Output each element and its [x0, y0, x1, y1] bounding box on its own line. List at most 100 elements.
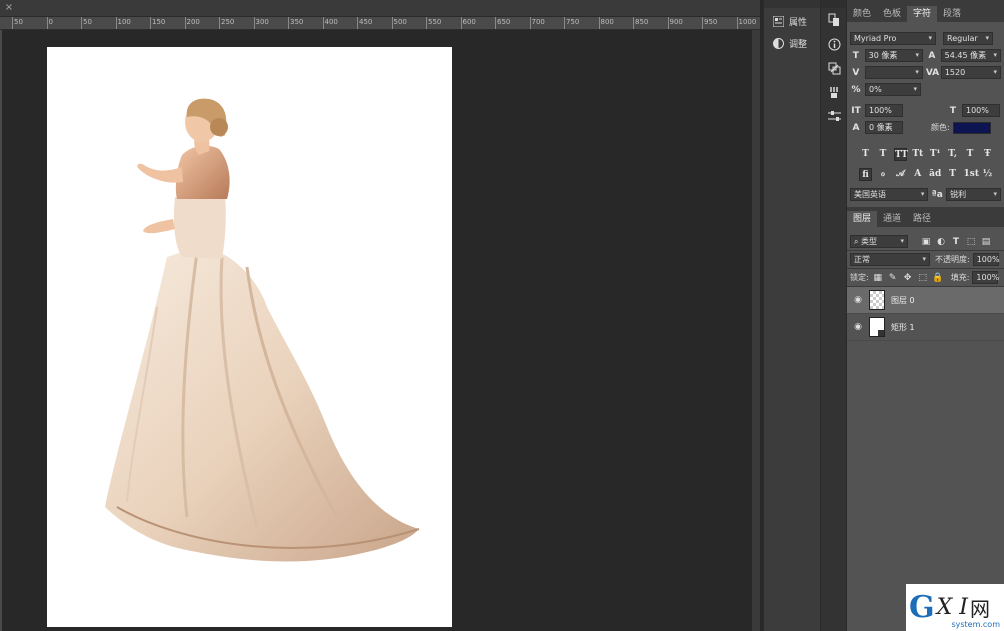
opacity-field[interactable]: 100% [972, 253, 1000, 266]
filter-adjustment-icon[interactable]: ◐ [935, 237, 947, 247]
lock-row: 锁定: ▦ ✎ ✥ ⬚ 🔒 填充: 100% [847, 269, 1004, 286]
tab-channels[interactable]: 通道 [877, 211, 907, 227]
layer-row[interactable]: ◉ 图层 0 [847, 287, 1004, 314]
antialias-icon: ªa [931, 189, 943, 200]
close-document-icon[interactable]: × [2, 1, 16, 15]
tsume-field[interactable]: 0% ▾ [865, 83, 921, 96]
horizontal-scale-field[interactable]: 100% [962, 104, 1000, 117]
ruler-tick [81, 17, 82, 29]
opentype-buttons: fi ℴ 𝒜 Aād T 1st ½ [847, 164, 1004, 184]
layer-name: 矩形 1 [891, 322, 915, 332]
clone-source-icon[interactable] [821, 56, 847, 80]
vertical-scale-field[interactable]: 100% [865, 104, 903, 117]
tab-paths[interactable]: 路径 [907, 211, 937, 227]
type-style-button-6[interactable]: T [964, 148, 977, 161]
type-style-button-5[interactable]: T, [946, 148, 959, 161]
right-panels: 颜色 色板 字符 段落 Myriad Pro ▾ Regular ▾ T 30 像素… [846, 0, 1004, 631]
opentype-button-4[interactable]: ād [929, 168, 942, 181]
opentype-button-3[interactable]: A [911, 168, 924, 181]
ruler-tick [598, 17, 600, 29]
fill-field[interactable]: 100% [972, 271, 999, 284]
font-style-select[interactable]: Regular ▾ [943, 32, 993, 45]
canvas-vertical-scrollbar[interactable] [752, 30, 760, 631]
ruler-tick [219, 17, 220, 29]
bride-illustration [105, 98, 420, 562]
kerning-icon: V [852, 67, 860, 78]
ruler-label: 750 [566, 18, 580, 26]
eye-icon[interactable]: ◉ [853, 295, 863, 305]
ruler-tick [288, 17, 289, 29]
layer-filter-select[interactable]: ⌕ 类型 ▾ [850, 235, 908, 248]
text-color-swatch[interactable] [952, 121, 991, 134]
watermark-net: 网 [969, 597, 990, 621]
tab-swatches[interactable]: 色板 [877, 6, 907, 22]
dock-header[interactable] [764, 0, 820, 8]
canvas-workspace[interactable] [2, 30, 752, 631]
history-icon[interactable] [821, 8, 847, 32]
opentype-button-6[interactable]: 1st [964, 168, 980, 181]
color-label: 颜色: [931, 123, 950, 132]
ruler-label: 450 [359, 18, 373, 26]
font-size-field[interactable]: 30 像素 ▾ [864, 49, 924, 62]
document-canvas[interactable] [47, 47, 452, 627]
antialias-select[interactable]: 锐利 ▾ [946, 188, 1001, 201]
size-row: T 30 像素 ▾ A 54.45 像素 ▾ [847, 47, 1004, 64]
lock-all-icon[interactable]: 🔒 [932, 273, 944, 283]
eye-icon[interactable]: ◉ [853, 322, 863, 332]
opentype-button-5[interactable]: T [946, 168, 959, 181]
filter-smart-icon[interactable]: ▤ [980, 237, 992, 247]
font-size-icon: T [852, 50, 859, 61]
opentype-button-7[interactable]: ½ [981, 168, 994, 181]
opentype-button-1[interactable]: ℴ [876, 168, 889, 181]
type-style-button-3[interactable]: Tt [911, 148, 924, 161]
tab-character[interactable]: 字符 [907, 6, 938, 22]
type-style-button-1[interactable]: T [876, 148, 889, 161]
tab-color[interactable]: 颜色 [847, 6, 877, 22]
filter-shape-icon[interactable]: ⬚ [965, 237, 977, 247]
ruler-label: 600 [462, 18, 476, 26]
watermark-g: G [909, 590, 935, 625]
horizontal-scale-icon: T [949, 105, 957, 116]
lock-image-icon[interactable]: ✎ [887, 273, 899, 283]
layer-thumbnail [869, 290, 885, 310]
adjustments-panel-button[interactable]: 调整 [764, 34, 820, 52]
tracking-field[interactable]: 1520 ▾ [940, 66, 1001, 79]
type-style-button-0[interactable]: T [859, 148, 872, 161]
ruler-tick [391, 17, 393, 29]
leading-field[interactable]: 54.45 像素 ▾ [940, 49, 1001, 62]
lock-position-icon[interactable]: ✥ [902, 273, 914, 283]
baseline-shift-icon: A [852, 122, 860, 133]
opentype-button-0[interactable]: fi [859, 167, 872, 181]
chevron-down-icon: ▾ [928, 34, 932, 42]
language-select[interactable]: 美国英语 ▾ [850, 188, 929, 201]
properties-panel-button[interactable]: 属性 [764, 12, 820, 30]
character-panel-tabs: 颜色 色板 字符 段落 [847, 0, 1004, 22]
layer-row[interactable]: ◉ 矩形 1 [847, 314, 1004, 341]
type-style-button-4[interactable]: T¹ [929, 148, 942, 161]
ruler-label: 100 [117, 18, 131, 26]
adjustments-label: 调整 [789, 39, 808, 50]
opentype-button-2[interactable]: 𝒜 [894, 168, 907, 181]
kerning-field[interactable]: ▾ [864, 66, 923, 79]
tab-paragraph[interactable]: 段落 [937, 6, 967, 22]
brush-settings-icon[interactable] [821, 104, 847, 128]
filter-pixel-icon[interactable]: ▣ [920, 237, 932, 247]
fill-label: 填充: [950, 273, 970, 282]
ruler-tick [495, 17, 496, 29]
lock-transparent-icon[interactable]: ▦ [872, 273, 884, 283]
ruler-label: 800 [600, 18, 614, 26]
brush-presets-icon[interactable] [821, 80, 847, 104]
filter-type-icon[interactable]: T [950, 237, 962, 247]
type-style-button-2[interactable]: TT [893, 147, 908, 161]
type-style-button-7[interactable]: Ŧ [981, 148, 994, 161]
blend-mode-select[interactable]: 正常 ▾ [850, 253, 930, 266]
ruler-tick [46, 17, 48, 29]
strip-header[interactable] [821, 0, 846, 8]
ruler-tick [702, 17, 703, 29]
lock-artboard-icon[interactable]: ⬚ [917, 273, 929, 283]
watermark-xi: X I [936, 595, 968, 620]
font-family-select[interactable]: Myriad Pro ▾ [850, 32, 936, 45]
info-icon[interactable] [821, 32, 847, 56]
tab-layers[interactable]: 图层 [847, 211, 878, 227]
baseline-shift-field[interactable]: 0 像素 [865, 121, 903, 134]
